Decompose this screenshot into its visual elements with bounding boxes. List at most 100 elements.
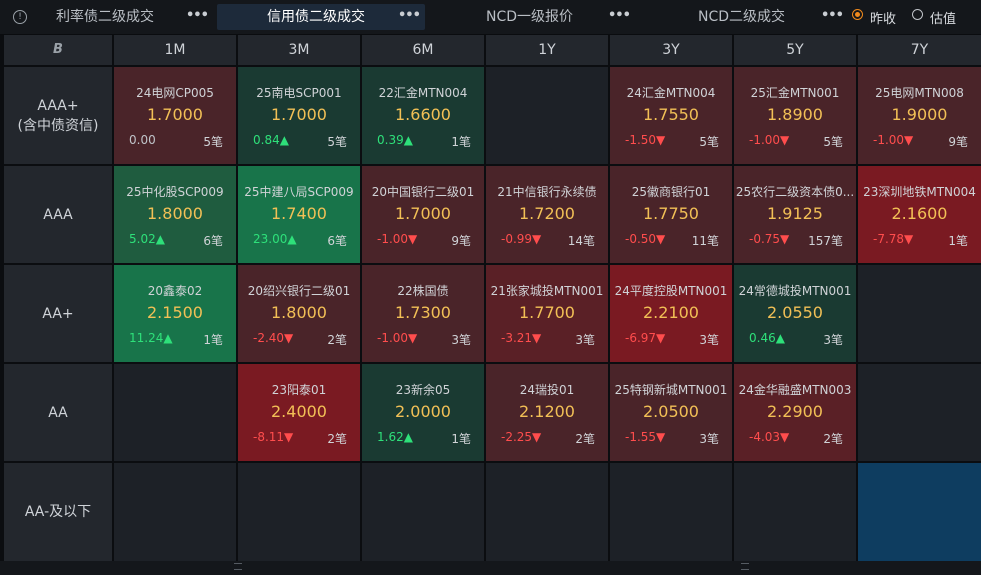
bond-yield: 2.4000 bbox=[271, 402, 327, 421]
trade-count: 1笔 bbox=[451, 135, 471, 149]
tenor-header-3y[interactable]: 3Y bbox=[610, 35, 732, 65]
bond-cell[interactable]: 23新余05 2.0000 1.62▲ 1笔 bbox=[362, 364, 484, 461]
bond-yield: 1.9000 bbox=[891, 105, 948, 124]
tab-bar: ! 利率债二级成交 ••• 信用债二级成交 ••• NCD一级报价 ••• NC… bbox=[0, 0, 981, 35]
radio-valuation[interactable] bbox=[912, 9, 923, 20]
more-options-icon[interactable]: ••• bbox=[398, 3, 421, 29]
yield-change: -7.78▼ bbox=[873, 232, 914, 246]
bond-name: 21张家城投MTN001 bbox=[490, 284, 604, 298]
tab-ncd-secondary-trades[interactable]: NCD二级成交 ••• bbox=[680, 3, 844, 30]
bond-yield: 1.7000 bbox=[147, 105, 203, 124]
bond-cell[interactable]: 25中建八局SCP009 1.7400 23.00▲ 6笔 bbox=[238, 166, 360, 263]
bond-name: 20绍兴银行二级01 bbox=[247, 284, 351, 298]
tenor-header-5y[interactable]: 5Y bbox=[734, 35, 856, 65]
bond-name: 24瑞投01 bbox=[519, 383, 575, 397]
tenor-header-3m[interactable]: 3M bbox=[238, 35, 360, 65]
more-options-icon[interactable]: ••• bbox=[186, 3, 209, 29]
info-icon[interactable]: ! bbox=[13, 10, 27, 24]
empty-cell bbox=[858, 364, 981, 461]
yield-change: -1.00▼ bbox=[873, 133, 914, 147]
yield-change: -1.00▼ bbox=[377, 232, 418, 246]
trade-count: 5笔 bbox=[327, 135, 347, 149]
bond-name: 25汇金MTN001 bbox=[750, 86, 840, 100]
empty-cell bbox=[486, 463, 608, 561]
tab-label: NCD一级报价 bbox=[486, 9, 574, 25]
bond-yield: 2.2100 bbox=[643, 303, 699, 322]
more-options-icon[interactable]: ••• bbox=[608, 3, 631, 29]
bond-cell[interactable]: 20中国银行二级01 1.7000 -1.00▼ 9笔 bbox=[362, 166, 484, 263]
bond-cell[interactable]: 24平度控股MTN001 2.2100 -6.97▼ 3笔 bbox=[610, 265, 732, 362]
bond-yield: 1.6600 bbox=[395, 105, 451, 124]
bond-cell[interactable]: 24电网CP005 1.7000 0.00 5笔 bbox=[114, 67, 236, 164]
bond-cell[interactable]: 25南电SCP001 1.7000 0.84▲ 5笔 bbox=[238, 67, 360, 164]
radio-prev-close-label[interactable]: 昨收 bbox=[870, 8, 896, 27]
yield-change: -1.00▼ bbox=[377, 331, 418, 345]
bond-yield: 2.0550 bbox=[767, 303, 823, 322]
rating-header-2: AAA bbox=[4, 166, 112, 263]
bond-cell[interactable]: 24汇金MTN004 1.7550 -1.50▼ 5笔 bbox=[610, 67, 732, 164]
bond-cell[interactable]: 25中化股SCP009 1.8000 5.02▲ 6笔 bbox=[114, 166, 236, 263]
bond-cell[interactable]: 25电网MTN008 1.9000 -1.00▼ 9笔 bbox=[858, 67, 981, 164]
bond-name: 21中信银行永续债 bbox=[497, 185, 597, 199]
bond-yield: 1.9125 bbox=[767, 204, 823, 223]
bond-name: 24电网CP005 bbox=[136, 86, 214, 100]
yield-change: 0.84▲ bbox=[253, 133, 289, 147]
bond-cell[interactable]: 22汇金MTN004 1.6600 0.39▲ 1笔 bbox=[362, 67, 484, 164]
tab-ncd-primary-quotes[interactable]: NCD一级报价 ••• bbox=[470, 3, 631, 30]
bond-cell[interactable]: 23深圳地铁MTN004 2.1600 -7.78▼ 1笔 bbox=[858, 166, 981, 263]
more-options-icon[interactable]: ••• bbox=[821, 3, 844, 29]
bond-yield: 2.0000 bbox=[395, 402, 451, 421]
bond-name: 24汇金MTN004 bbox=[626, 86, 716, 100]
yield-change: 11.24▲ bbox=[129, 331, 173, 345]
tenor-header-1y[interactable]: 1Y bbox=[486, 35, 608, 65]
radio-valuation-label[interactable]: 估值 bbox=[930, 8, 956, 27]
bond-cell[interactable]: 20鑫泰02 2.1500 11.24▲ 1笔 bbox=[114, 265, 236, 362]
trade-count: 9笔 bbox=[948, 135, 968, 149]
tab-rate-bond-trades[interactable]: 利率债二级成交 ••• bbox=[40, 4, 210, 30]
tenor-header-1m[interactable]: 1M bbox=[114, 35, 236, 65]
yield-change: 1.62▲ bbox=[377, 430, 413, 444]
tenor-header-6m[interactable]: 6M bbox=[362, 35, 484, 65]
bond-cell[interactable]: 23阳泰01 2.4000 -8.11▼ 2笔 bbox=[238, 364, 360, 461]
empty-cell bbox=[486, 67, 608, 164]
bond-cell[interactable]: 20绍兴银行二级01 1.8000 -2.40▼ 2笔 bbox=[238, 265, 360, 362]
yield-change: -1.55▼ bbox=[625, 430, 666, 444]
bond-cell[interactable]: 21张家城投MTN001 1.7700 -3.21▼ 3笔 bbox=[486, 265, 608, 362]
tenor-header-7y[interactable]: 7Y bbox=[858, 35, 981, 65]
bond-cell[interactable]: 24常德城投MTN001 2.0550 0.46▲ 3笔 bbox=[734, 265, 856, 362]
bond-name: 22株国债 bbox=[397, 284, 449, 298]
resize-handle-icon[interactable] bbox=[741, 563, 749, 570]
bond-name: 25农行二级资本债0... bbox=[735, 185, 855, 199]
bond-cell[interactable]: 25特钢新城MTN001 2.0500 -1.55▼ 3笔 bbox=[610, 364, 732, 461]
yield-change: 5.02▲ bbox=[129, 232, 165, 246]
trade-count: 6笔 bbox=[203, 234, 223, 248]
bond-yield: 1.7000 bbox=[395, 204, 451, 223]
trade-count: 3笔 bbox=[823, 333, 843, 347]
tab-credit-bond-trades[interactable]: 信用债二级成交 ••• bbox=[217, 4, 425, 30]
bond-cell[interactable]: 25汇金MTN001 1.8900 -1.00▼ 5笔 bbox=[734, 67, 856, 164]
bond-yield: 1.8000 bbox=[271, 303, 327, 322]
yield-change: -4.03▼ bbox=[749, 430, 790, 444]
yield-change: -0.75▼ bbox=[749, 232, 790, 246]
yield-change: 0.00 bbox=[129, 133, 156, 147]
bond-cell[interactable]: 21中信银行永续债 1.7200 -0.99▼ 14笔 bbox=[486, 166, 608, 263]
trade-count: 157笔 bbox=[808, 234, 843, 248]
bond-yield: 1.8900 bbox=[767, 105, 823, 124]
bond-name: 25徽商银行01 bbox=[631, 185, 711, 199]
trade-count: 5笔 bbox=[699, 135, 719, 149]
resize-handle-icon[interactable] bbox=[234, 563, 242, 570]
trade-count: 14笔 bbox=[567, 234, 595, 248]
bond-cell[interactable]: 24瑞投01 2.1200 -2.25▼ 2笔 bbox=[486, 364, 608, 461]
bond-yield: 2.1500 bbox=[147, 303, 203, 322]
bond-cell[interactable]: 25徽商银行01 1.7750 -0.50▼ 11笔 bbox=[610, 166, 732, 263]
radio-prev-close[interactable] bbox=[852, 9, 863, 20]
yield-change: -1.00▼ bbox=[749, 133, 790, 147]
yield-change: -2.40▼ bbox=[253, 331, 294, 345]
bond-cell[interactable]: 24金华融盛MTN003 2.2900 -4.03▼ 2笔 bbox=[734, 364, 856, 461]
bond-yield: 2.0500 bbox=[643, 402, 699, 421]
bond-yield: 2.1200 bbox=[519, 402, 575, 421]
bond-cell[interactable]: 22株国债 1.7300 -1.00▼ 3笔 bbox=[362, 265, 484, 362]
trade-count: 2笔 bbox=[327, 333, 347, 347]
bond-cell[interactable]: 25农行二级资本债0... 1.9125 -0.75▼ 157笔 bbox=[734, 166, 856, 263]
bond-name: 24常德城投MTN001 bbox=[738, 284, 852, 298]
